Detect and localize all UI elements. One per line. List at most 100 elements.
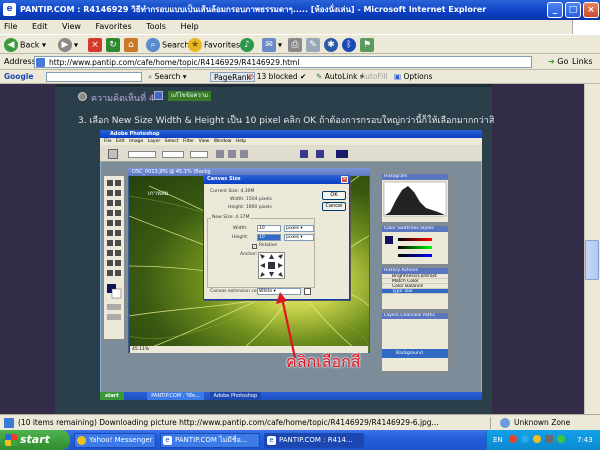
ok-button[interactable]: OK [322,191,346,200]
stop-button[interactable]: × [88,38,104,53]
media-button[interactable]: ♪ [240,38,256,53]
search-icon: ⌕ [146,38,160,52]
bluetooth-button[interactable]: ᛒ [342,38,358,53]
menu-tools[interactable]: Tools [146,22,166,31]
color-panel: Color Swatches Styles [381,225,449,265]
layer-background[interactable]: Background [382,349,448,358]
globe-icon [500,418,510,428]
ps-options-bar [100,145,482,162]
options-label: Options [403,72,433,81]
edit-icon: ✎ [306,38,320,52]
minimize-button[interactable]: _ [547,2,563,18]
anchor-grid[interactable] [258,252,285,279]
mail-button[interactable]: ✉ ▾ [262,38,282,53]
ps-menu-layer: Layer [147,139,161,144]
relative-checkbox[interactable]: ✓ [252,244,257,249]
ps-taskbar-item: Adobe Photoshop [209,392,262,400]
volume-icon[interactable] [545,435,553,443]
paths-tab-label: Paths [422,313,435,318]
tray-icon[interactable] [509,435,517,443]
menu-favorites[interactable]: Favorites [96,22,132,31]
google-search-label: Search [154,72,181,81]
links-button[interactable]: Links [572,54,593,70]
maximize-button[interactable]: □ [565,2,581,18]
autofill-button[interactable]: AutoFill [360,70,387,84]
options-button[interactable]: ▣ Options [394,70,432,84]
edit-badge[interactable]: แก้ไขข้อความ [168,91,212,101]
ps-align-icon [216,150,224,158]
quote-icon[interactable] [154,91,163,100]
width-input[interactable]: 10 [257,225,281,232]
channels-tab-label: Channels [400,313,422,318]
ps-menu-image: Image [129,139,144,144]
menu-help[interactable]: Help [180,22,198,31]
close-button[interactable]: × [583,2,599,18]
google-search-input[interactable] [46,72,142,82]
blocked-count: 13 blocked [256,72,298,81]
bluetooth-icon: ᛒ [342,38,356,52]
current-height: Height: 1000 pixels [228,205,272,210]
popup-blocked[interactable]: ⊘ 13 blocked [248,70,298,84]
forward-button[interactable]: ▶ ▾ [58,38,78,53]
history-item-selected[interactable]: Type Tool [382,289,448,294]
dialog-close-icon[interactable]: × [341,176,348,183]
color-tab-label: Color [384,226,396,231]
menu-edit[interactable]: Edit [32,22,48,31]
star-icon: ★ [188,38,202,52]
ps-color-swatch [336,150,348,158]
taskbar-pantip-2[interactable]: PANTIP.COM : R414... [264,433,364,448]
research-icon: ⚑ [360,38,374,52]
edit-page-button[interactable]: ✎ [306,38,322,53]
research-button[interactable]: ⚑ [360,38,376,53]
taskbar-yahoo-messenger[interactable]: Yahoo! Messenger wi... [74,433,156,448]
google-search-button[interactable]: ⌕ Search ▾ [148,70,187,84]
ie-icon: e [267,436,276,445]
current-size-label: Current Size: 4.30M [210,189,255,194]
menubar: File Edit View Favorites Tools Help [0,20,600,34]
layers-tab-label: Layers [384,313,399,318]
search-button[interactable]: ⌕ Search [146,38,189,53]
go-button[interactable]: ➔ Go [548,54,568,70]
home-button[interactable]: ⌂ [124,38,140,53]
ps-taskbar: start PANTIP.COM : วิธีท... Adobe Photos… [100,392,482,400]
photo-watermark: เกาหล่ม [148,190,169,197]
tray-icon[interactable] [533,435,541,443]
refresh-button[interactable]: ↻ [106,38,122,53]
ps-menu-view: View [198,139,210,144]
google-logo: Google [4,72,34,81]
comment-bullet-icon [78,92,87,101]
height-unit-select[interactable]: pixels ▾ [284,234,314,241]
language-indicator[interactable]: EN [493,430,503,450]
google-toolbar: Google ⌕ Search ▾ PageRank ⊘ 13 blocked … [0,70,600,84]
ps-menu-edit: Edit [115,139,125,144]
tray-icon[interactable] [521,435,529,443]
check-icon[interactable]: ✔ [300,70,306,84]
address-input[interactable]: http://www.pantip.com/cafe/home/topic/R4… [34,56,532,68]
height-input[interactable]: 10 [257,234,281,241]
search-label: Search [162,40,190,50]
taskbar-pantip-1[interactable]: PANTIP.COM ไม่มีชื่อ... [160,433,260,448]
layers-panel: Layers Channels Paths Background [381,312,449,372]
autolink-button[interactable]: ✎ AutoLink ▾ [316,70,364,84]
status-divider [490,417,491,429]
cancel-button[interactable]: Cancel [322,202,346,211]
ps-option-field [162,151,184,158]
post-divider [55,84,492,87]
print-button[interactable]: ⎙ [288,38,304,53]
network-icon[interactable] [557,435,565,443]
back-button[interactable]: ◀ Back ▾ [4,38,46,53]
width-label: Width: [233,226,248,231]
styles-tab-label: Styles [420,226,434,231]
layers-spacer [382,319,448,349]
messenger-button[interactable]: ✱ [324,38,340,53]
menu-file[interactable]: File [4,22,17,31]
ps-zoom: 45.11% [132,347,150,352]
anchor-label: Anchor: [240,252,258,257]
width-unit-select[interactable]: pixels ▾ [284,225,314,232]
ps-menu-filter: Filter [182,139,195,144]
scrollbar-thumb[interactable] [585,240,599,280]
ps-menu-window: Window [213,139,232,144]
favorites-button[interactable]: ★ Favorites [188,38,240,53]
annotation-text: คลิกเลือกสี [286,352,361,371]
menu-view[interactable]: View [62,22,81,31]
